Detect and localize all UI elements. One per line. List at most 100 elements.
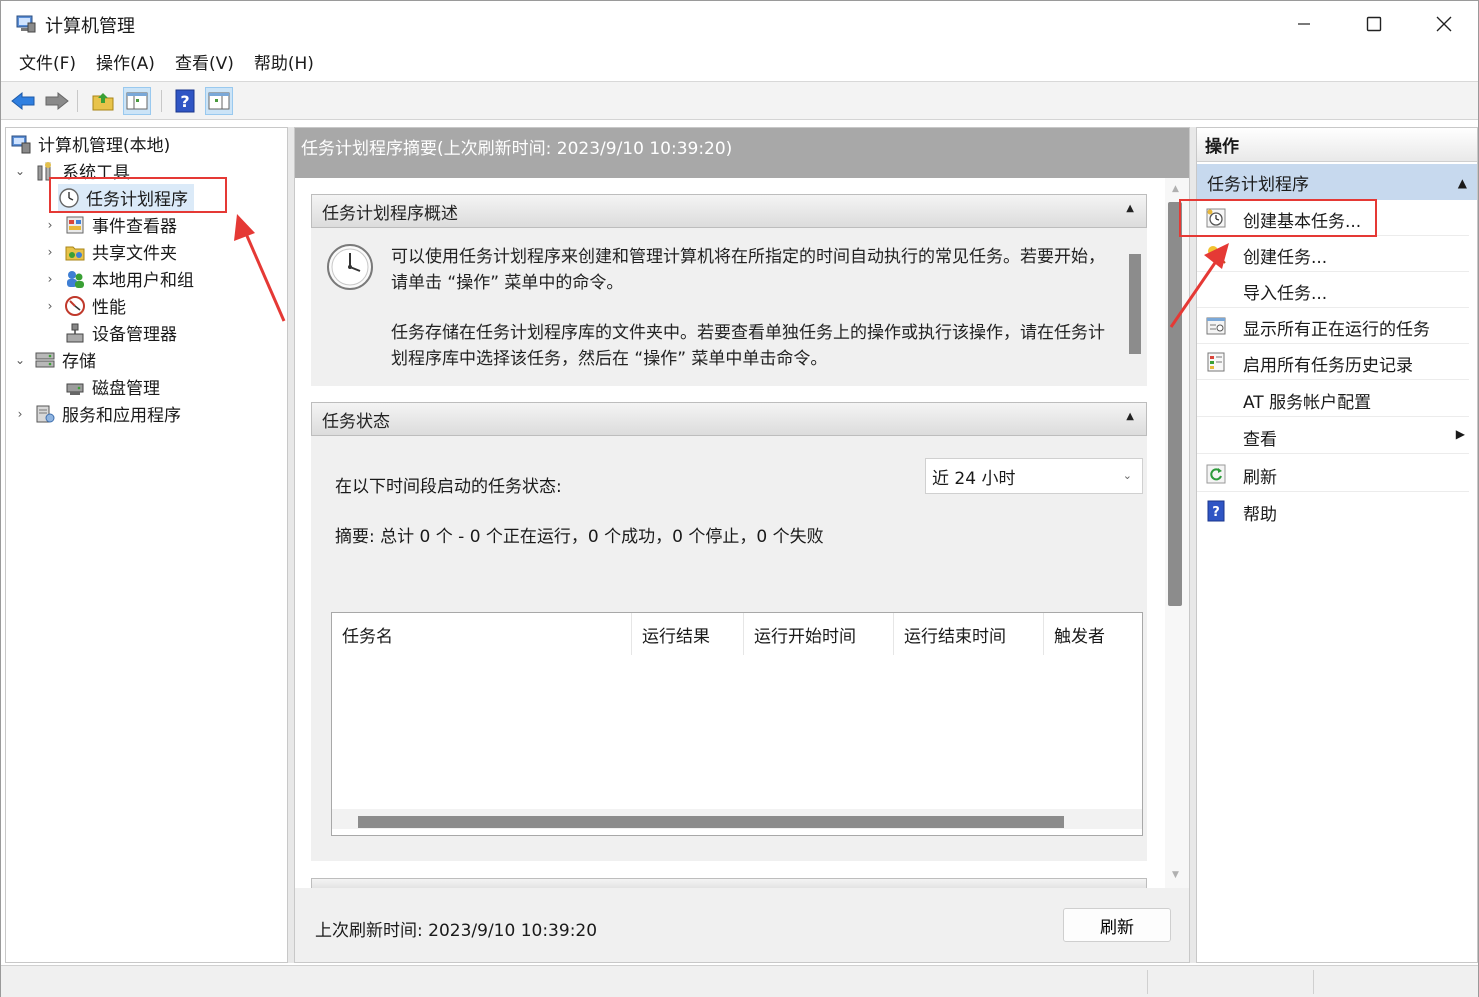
up-folder-button[interactable] (89, 87, 117, 115)
chevron-right-icon[interactable]: › (12, 407, 28, 421)
status-section-header[interactable]: 任务状态 ▲ (311, 402, 1147, 436)
highlight-task-scheduler (49, 177, 227, 213)
toolbar: ? (1, 82, 1478, 120)
close-icon (1436, 16, 1452, 32)
chevron-down-icon[interactable]: ⌄ (12, 164, 28, 178)
summary-header: 任务计划程序摘要(上次刷新时间: 2023/9/10 10:39:20) (295, 128, 1189, 178)
close-button[interactable] (1409, 1, 1479, 47)
column-header[interactable]: 运行结束时间 (894, 613, 1044, 655)
svg-text:?: ? (180, 92, 189, 111)
action-help[interactable]: ? 帮助 (1197, 493, 1469, 529)
tree-item-local-users-groups[interactable]: › 本地用户和组 (42, 265, 194, 292)
column-header[interactable]: 触发者 (1044, 613, 1140, 655)
show-hide-action-pane-button[interactable] (205, 87, 233, 115)
services-icon (36, 405, 55, 422)
clock-icon (327, 244, 373, 290)
chevron-right-icon[interactable]: › (42, 245, 58, 259)
actions-section-header[interactable]: 任务计划程序 ▲ (1197, 164, 1477, 200)
forward-icon (45, 91, 69, 111)
action-enable-task-history[interactable]: 启用所有任务历史记录 (1197, 344, 1469, 380)
column-header[interactable]: 任务名 (332, 613, 632, 655)
overview-body: 可以使用任务计划程序来创建和管理计算机将在所指定的时间自动执行的常见任务。若要开… (311, 228, 1147, 386)
overview-paragraph: 可以使用任务计划程序来创建和管理计算机将在所指定的时间自动执行的常见任务。若要开… (391, 247, 1105, 293)
action-at-service-account[interactable]: AT 服务帐户配置 (1197, 381, 1469, 417)
tree-item-device-manager[interactable]: 设备管理器 (64, 319, 177, 346)
tree-item-storage[interactable]: ⌄ 存储 (12, 346, 96, 373)
action-show-running-tasks[interactable]: 显示所有正在运行的任务 (1197, 308, 1469, 344)
action-view[interactable]: 查看 ▶ (1197, 418, 1469, 454)
overview-section-header[interactable]: 任务计划程序概述 ▲ (311, 194, 1147, 228)
action-label: 查看 (1243, 430, 1277, 450)
overview-scrollbar-thumb[interactable] (1129, 254, 1141, 354)
status-bar-divider (1147, 970, 1148, 994)
menu-action[interactable]: 操作(A) (86, 49, 165, 79)
back-button[interactable] (9, 87, 37, 115)
minimize-button[interactable] (1269, 1, 1339, 47)
title-bar: 计算机管理 (1, 1, 1478, 47)
action-label: AT 服务帐户配置 (1243, 393, 1372, 413)
device-manager-icon (66, 323, 84, 342)
tree-item-label: 本地用户和组 (92, 271, 194, 291)
create-task-icon (1208, 246, 1226, 264)
disk-management-icon (66, 383, 84, 395)
tree-item-services-applications[interactable]: › 服务和应用程序 (12, 400, 181, 427)
toolbar-separator (161, 90, 162, 112)
menu-view[interactable]: 查看(V) (165, 49, 244, 79)
scroll-down-icon[interactable]: ▼ (1172, 870, 1179, 880)
forward-button[interactable] (43, 87, 71, 115)
select-value: 近 24 小时 (932, 468, 1016, 489)
action-label: 显示所有正在运行的任务 (1243, 320, 1430, 340)
table-scrollbar-thumb[interactable] (358, 816, 1064, 828)
summary-content: 任务计划程序概述 ▲ 可以使用任务计划程序来创建和管理计算机将在所指定的时间自动… (295, 178, 1165, 888)
chevron-down-icon[interactable]: ⌄ (12, 353, 28, 367)
console-tree: 计算机管理(本地) ⌄ 系统工具 任务计划程序 › 事件查看器 › 共享文件夹 … (5, 127, 288, 963)
table-header: 任务名 运行结果 运行开始时间 运行结束时间 触发者 (332, 613, 1142, 655)
last-refresh-text: 上次刷新时间: 2023/9/10 10:39:20 (315, 921, 598, 941)
action-import-task[interactable]: 导入任务... (1197, 272, 1469, 308)
folder-up-icon (92, 93, 114, 111)
chevron-right-icon[interactable]: › (42, 218, 58, 232)
status-body: 在以下时间段启动的任务状态: 近 24 小时 ⌄ 摘要: 总计 0 个 - 0 … (311, 436, 1147, 861)
tree-item-label: 共享文件夹 (92, 244, 177, 264)
section-title: 任务计划程序概述 (322, 203, 458, 224)
action-create-task[interactable]: 创建任务... (1197, 236, 1469, 272)
action-label: 导入任务... (1243, 284, 1328, 304)
computer-management-window: 计算机管理 文件(F) 操作(A) 查看(V) 帮助(H) ? 计算机管理(本地… (0, 0, 1479, 997)
collapse-icon[interactable]: ▲ (1126, 203, 1134, 214)
tree-item-root[interactable]: 计算机管理(本地) (10, 130, 170, 157)
action-refresh[interactable]: 刷新 (1197, 456, 1469, 492)
highlight-create-basic-task (1179, 199, 1377, 237)
show-hide-tree-button[interactable] (123, 87, 151, 115)
menu-file[interactable]: 文件(F) (9, 49, 86, 79)
help-button[interactable]: ? (171, 87, 199, 115)
tree-item-performance[interactable]: › 性能 (42, 292, 126, 319)
help-icon: ? (1207, 500, 1225, 522)
tree-item-disk-management[interactable]: 磁盘管理 (64, 373, 160, 400)
chevron-down-icon: ⌄ (1122, 469, 1132, 482)
computer-management-icon (11, 135, 31, 153)
menu-help[interactable]: 帮助(H) (244, 49, 324, 79)
refresh-button[interactable]: 刷新 (1063, 908, 1171, 942)
shared-folder-icon (65, 246, 85, 260)
scroll-up-icon[interactable]: ▲ (1172, 184, 1179, 194)
status-summary: 摘要: 总计 0 个 - 0 个正在运行，0 个成功，0 个停止，0 个失败 (335, 527, 824, 547)
tree-item-label: 服务和应用程序 (62, 406, 181, 426)
section-title: 任务状态 (322, 411, 390, 432)
status-period-select[interactable]: 近 24 小时 ⌄ (925, 458, 1143, 494)
collapse-icon[interactable]: ▲ (1126, 411, 1134, 422)
column-header[interactable]: 运行结果 (632, 613, 744, 655)
action-label: 帮助 (1243, 505, 1277, 525)
collapse-icon[interactable]: ▲ (1458, 176, 1467, 190)
summary-scrollbar-thumb[interactable] (1168, 202, 1182, 606)
status-bar (1, 965, 1478, 997)
action-pane-icon (208, 92, 230, 110)
status-bar-divider (1313, 970, 1314, 994)
chevron-right-icon[interactable]: › (42, 299, 58, 313)
tree-item-shared-folders[interactable]: › 共享文件夹 (42, 238, 177, 265)
tree-item-event-viewer[interactable]: › 事件查看器 (42, 211, 177, 238)
tree-item-label: 性能 (92, 298, 126, 318)
maximize-button[interactable] (1339, 1, 1409, 47)
column-header[interactable]: 运行开始时间 (744, 613, 894, 655)
chevron-right-icon[interactable]: › (42, 272, 58, 286)
next-section-header[interactable] (311, 878, 1147, 888)
